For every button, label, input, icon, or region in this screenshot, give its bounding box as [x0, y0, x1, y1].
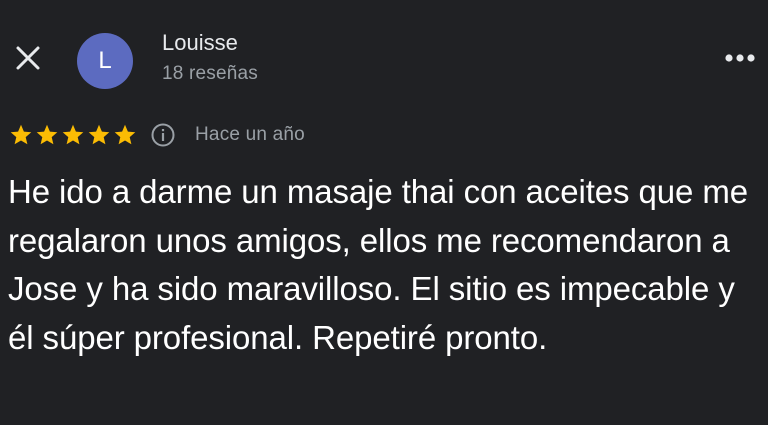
avatar[interactable]: L	[77, 33, 133, 89]
review-screen: L Louisse 18 reseñas Hace un año He ido …	[0, 0, 768, 425]
star-icon	[36, 124, 58, 145]
star-rating	[8, 123, 138, 147]
review-count: 18 reseñas	[162, 63, 259, 84]
review-text: He ido a darme un masaje thai con aceite…	[8, 173, 748, 356]
author-info: Louisse 18 reseñas	[162, 30, 258, 86]
more-options-button[interactable]	[720, 40, 760, 76]
star-icon	[62, 124, 84, 145]
close-icon	[16, 46, 40, 70]
close-button[interactable]	[8, 38, 48, 78]
rating-row: Hace un año	[8, 121, 305, 149]
avatar-initial: L	[98, 47, 112, 74]
review-date: Hace un año	[195, 124, 305, 145]
author-name[interactable]: Louisse	[162, 30, 258, 56]
star-icon	[88, 124, 110, 145]
star-icon	[10, 124, 32, 145]
more-horizontal-icon	[725, 54, 755, 62]
star-icon	[114, 124, 136, 145]
info-icon[interactable]	[150, 122, 176, 148]
